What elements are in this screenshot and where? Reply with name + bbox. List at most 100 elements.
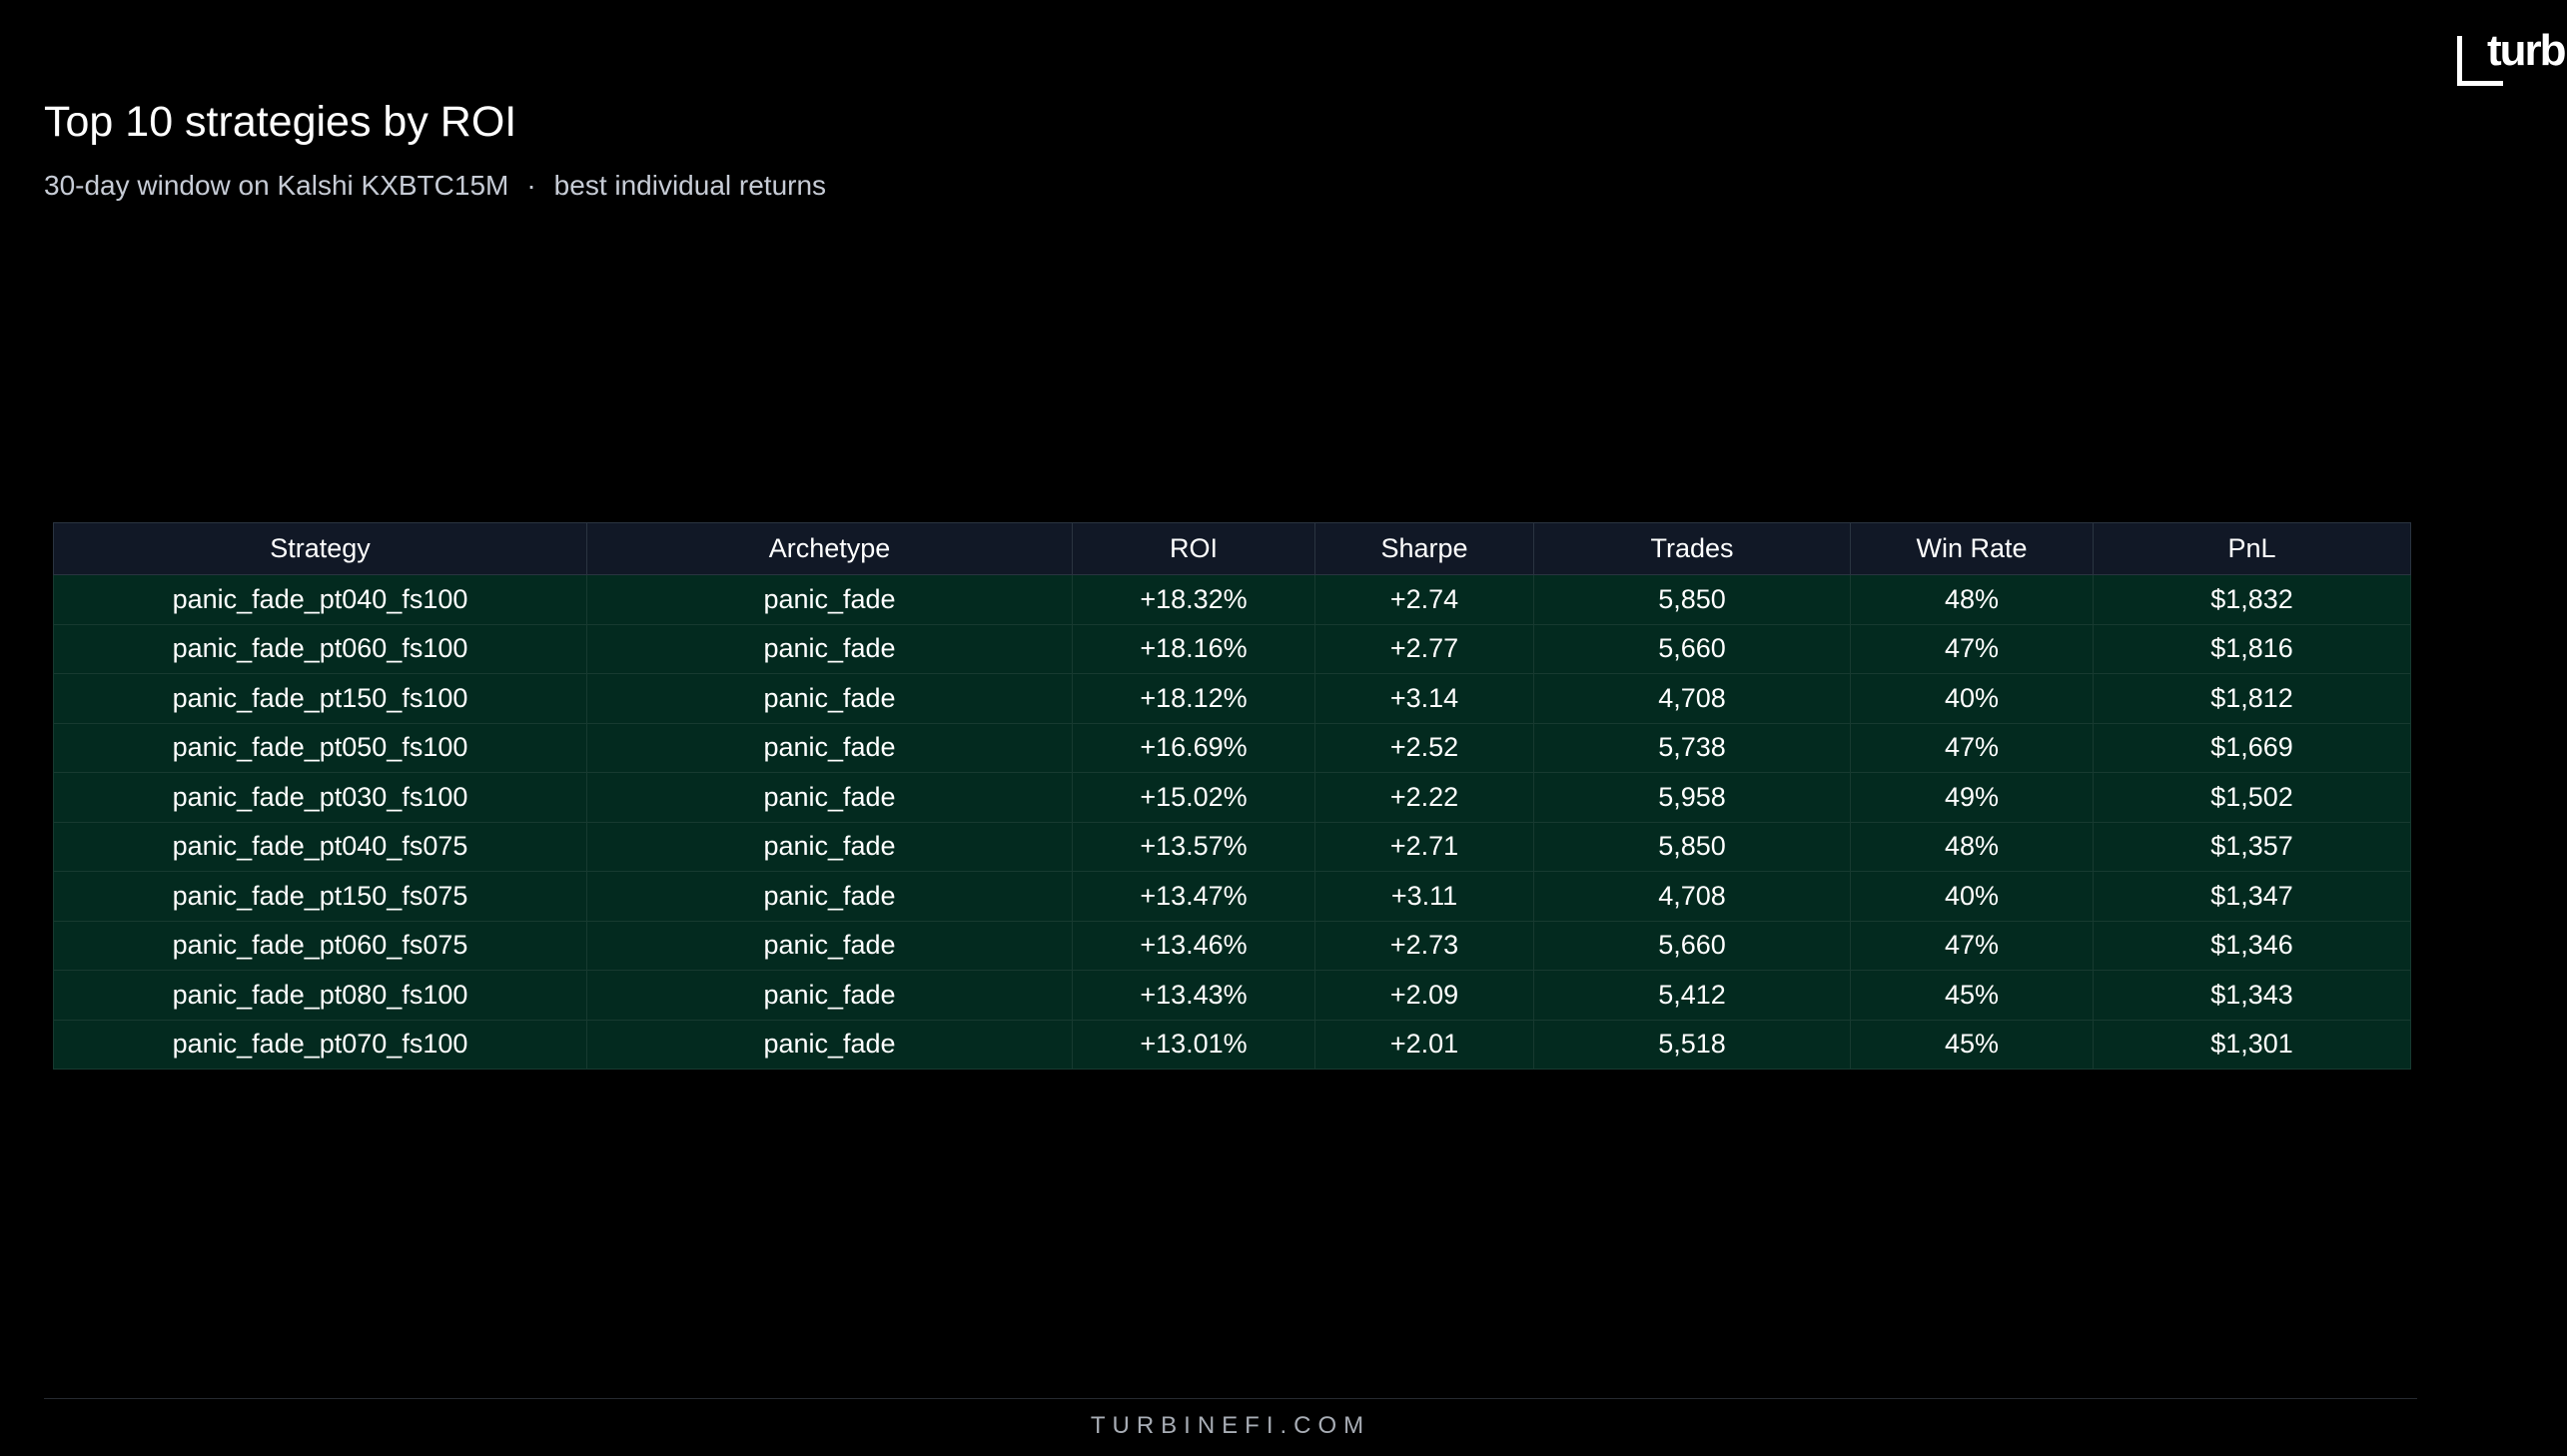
cell-sharpe: +2.22 bbox=[1314, 772, 1534, 823]
cell-sharpe: +2.73 bbox=[1314, 920, 1534, 971]
cell-win-rate: 47% bbox=[1850, 920, 2094, 971]
cell-roi: +13.46% bbox=[1072, 920, 1315, 971]
table-row: panic_fade_pt040_fs100 panic_fade +18.32% +… bbox=[53, 574, 2411, 625]
table-row: panic_fade_pt150_fs100 panic_fade +18.12% +… bbox=[53, 673, 2411, 724]
table-row: panic_fade_pt070_fs100 panic_fade +13.01% +… bbox=[53, 1019, 2411, 1070]
cell-strategy: panic_fade_pt080_fs100 bbox=[53, 970, 587, 1021]
cell-pnl: $1,816 bbox=[2093, 623, 2411, 674]
cell-archetype: panic_fade bbox=[586, 1019, 1073, 1070]
cell-win-rate: 45% bbox=[1850, 1019, 2094, 1070]
cell-strategy: panic_fade_pt040_fs100 bbox=[53, 574, 587, 625]
cell-win-rate: 40% bbox=[1850, 673, 2094, 724]
table-header-row: Strategy Archetype ROI Sharpe Trades Win Rate… bbox=[53, 522, 2411, 575]
cell-sharpe: +2.71 bbox=[1314, 821, 1534, 872]
cell-trades: 4,708 bbox=[1533, 871, 1851, 922]
cell-trades: 5,518 bbox=[1533, 1019, 1851, 1070]
cell-strategy: panic_fade_pt070_fs100 bbox=[53, 1019, 587, 1070]
table-row: panic_fade_pt060_fs100 panic_fade +18.16% +… bbox=[53, 623, 2411, 674]
cell-win-rate: 40% bbox=[1850, 871, 2094, 922]
cell-trades: 4,708 bbox=[1533, 673, 1851, 724]
cell-win-rate: 48% bbox=[1850, 821, 2094, 872]
cell-roi: +16.69% bbox=[1072, 722, 1315, 773]
table-row: panic_fade_pt040_fs075 panic_fade +13.57% +… bbox=[53, 821, 2411, 872]
table-body: panic_fade_pt040_fs100 panic_fade +18.32% +… bbox=[53, 574, 2411, 1070]
cell-roi: +13.57% bbox=[1072, 821, 1315, 872]
cell-sharpe: +3.11 bbox=[1314, 871, 1534, 922]
cell-roi: +13.43% bbox=[1072, 970, 1315, 1021]
cell-archetype: panic_fade bbox=[586, 920, 1073, 971]
cell-strategy: panic_fade_pt030_fs100 bbox=[53, 772, 587, 823]
strategies-table-container: Strategy Archetype ROI Sharpe Trades Win Rate… bbox=[53, 522, 2411, 1070]
cell-archetype: panic_fade bbox=[586, 871, 1073, 922]
table-row: panic_fade_pt050_fs100 panic_fade +16.69% +… bbox=[53, 722, 2411, 773]
cell-win-rate: 49% bbox=[1850, 772, 2094, 823]
table-row: panic_fade_pt030_fs100 panic_fade +15.02% +… bbox=[53, 772, 2411, 823]
subtitle-separator: · bbox=[526, 170, 536, 201]
cell-roi: +18.16% bbox=[1072, 623, 1315, 674]
cell-strategy: panic_fade_pt150_fs075 bbox=[53, 871, 587, 922]
table-row: panic_fade_pt150_fs075 panic_fade +13.47% +… bbox=[53, 871, 2411, 922]
cell-sharpe: +2.01 bbox=[1314, 1019, 1534, 1070]
subtitle-market: 30-day window on Kalshi KXBTC15M bbox=[44, 170, 509, 201]
turbinefi-logo: turb bbox=[2457, 28, 2567, 88]
cell-strategy: panic_fade_pt060_fs100 bbox=[53, 623, 587, 674]
cell-trades: 5,738 bbox=[1533, 722, 1851, 773]
cell-win-rate: 48% bbox=[1850, 574, 2094, 625]
cell-trades: 5,850 bbox=[1533, 574, 1851, 625]
column-header-roi: ROI bbox=[1072, 522, 1315, 575]
column-header-win-rate: Win Rate bbox=[1850, 522, 2094, 575]
cell-sharpe: +2.52 bbox=[1314, 722, 1534, 773]
cell-pnl: $1,346 bbox=[2093, 920, 2411, 971]
cell-strategy: panic_fade_pt060_fs075 bbox=[53, 920, 587, 971]
cell-pnl: $1,301 bbox=[2093, 1019, 2411, 1070]
strategies-table: Strategy Archetype ROI Sharpe Trades Win Rate… bbox=[53, 522, 2411, 1070]
cell-roi: +13.01% bbox=[1072, 1019, 1315, 1070]
cell-archetype: panic_fade bbox=[586, 821, 1073, 872]
logo-wordmark: turb bbox=[2487, 28, 2567, 75]
footer-domain: TURBINEFI.COM bbox=[1090, 1412, 1371, 1439]
cell-win-rate: 47% bbox=[1850, 722, 2094, 773]
cell-pnl: $1,812 bbox=[2093, 673, 2411, 724]
cell-sharpe: +3.14 bbox=[1314, 673, 1534, 724]
cell-win-rate: 47% bbox=[1850, 623, 2094, 674]
cell-trades: 5,958 bbox=[1533, 772, 1851, 823]
cell-roi: +18.12% bbox=[1072, 673, 1315, 724]
cell-archetype: panic_fade bbox=[586, 772, 1073, 823]
cell-pnl: $1,347 bbox=[2093, 871, 2411, 922]
cell-sharpe: +2.09 bbox=[1314, 970, 1534, 1021]
column-header-archetype: Archetype bbox=[586, 522, 1073, 575]
page-title: Top 10 strategies by ROI bbox=[44, 98, 517, 146]
cell-sharpe: +2.77 bbox=[1314, 623, 1534, 674]
cell-archetype: panic_fade bbox=[586, 623, 1073, 674]
page-subtitle: 30-day window on Kalshi KXBTC15M · best in… bbox=[44, 170, 826, 202]
cell-archetype: panic_fade bbox=[586, 970, 1073, 1021]
cell-win-rate: 45% bbox=[1850, 970, 2094, 1021]
cell-pnl: $1,832 bbox=[2093, 574, 2411, 625]
column-header-strategy: Strategy bbox=[53, 522, 587, 575]
cell-roi: +15.02% bbox=[1072, 772, 1315, 823]
table-row: panic_fade_pt060_fs075 panic_fade +13.46% +… bbox=[53, 920, 2411, 971]
column-header-sharpe: Sharpe bbox=[1314, 522, 1534, 575]
cell-trades: 5,412 bbox=[1533, 970, 1851, 1021]
cell-strategy: panic_fade_pt040_fs075 bbox=[53, 821, 587, 872]
cell-pnl: $1,343 bbox=[2093, 970, 2411, 1021]
subtitle-description: best individual returns bbox=[553, 170, 827, 201]
cell-roi: +18.32% bbox=[1072, 574, 1315, 625]
footer-divider bbox=[44, 1398, 2417, 1399]
cell-archetype: panic_fade bbox=[586, 673, 1073, 724]
cell-trades: 5,850 bbox=[1533, 821, 1851, 872]
cell-roi: +13.47% bbox=[1072, 871, 1315, 922]
cell-pnl: $1,502 bbox=[2093, 772, 2411, 823]
cell-pnl: $1,669 bbox=[2093, 722, 2411, 773]
cell-strategy: panic_fade_pt150_fs100 bbox=[53, 673, 587, 724]
cell-archetype: panic_fade bbox=[586, 574, 1073, 625]
table-row: panic_fade_pt080_fs100 panic_fade +13.43% +… bbox=[53, 970, 2411, 1021]
cell-strategy: panic_fade_pt050_fs100 bbox=[53, 722, 587, 773]
cell-archetype: panic_fade bbox=[586, 722, 1073, 773]
cell-trades: 5,660 bbox=[1533, 920, 1851, 971]
cell-pnl: $1,357 bbox=[2093, 821, 2411, 872]
cell-trades: 5,660 bbox=[1533, 623, 1851, 674]
column-header-pnl: PnL bbox=[2093, 522, 2411, 575]
cell-sharpe: +2.74 bbox=[1314, 574, 1534, 625]
column-header-trades: Trades bbox=[1533, 522, 1851, 575]
